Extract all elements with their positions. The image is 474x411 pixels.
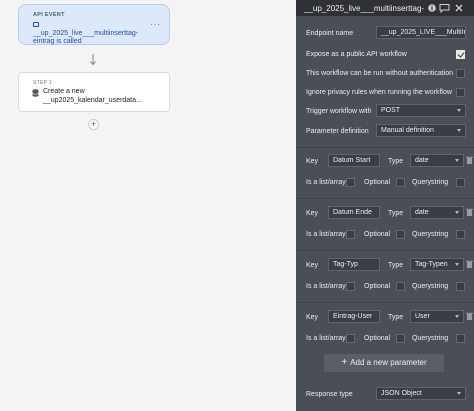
step-title: Create a new __up2025_kalendar_userdata.…	[43, 88, 142, 104]
more-options-icon[interactable]: ···	[150, 20, 161, 29]
trigger-value: POST	[381, 107, 401, 114]
trigger-select[interactable]: POST	[376, 104, 466, 117]
param-key-input[interactable]: Tag-Typ	[328, 258, 380, 271]
step-tag: STEP 1	[33, 80, 52, 86]
param-separator	[296, 250, 474, 251]
chevron-down-icon	[457, 109, 461, 112]
param-separator	[296, 302, 474, 303]
panel-header: __up_2025_live___multiinserttag-	[296, 0, 474, 16]
optional-label: Optional	[364, 335, 391, 342]
querystring-checkbox[interactable]	[456, 230, 465, 239]
param-separator	[296, 198, 474, 199]
key-label: Key	[306, 262, 319, 269]
param-type-value: User	[415, 313, 430, 320]
panel-title: __up_2025_live___multiinserttag-	[304, 4, 425, 13]
querystring-label: Querystring	[412, 179, 449, 186]
list-label: Is a list/array	[306, 179, 346, 186]
querystring-checkbox[interactable]	[456, 282, 465, 291]
plus-icon: +	[341, 357, 348, 368]
list-checkbox[interactable]	[346, 178, 355, 187]
list-checkbox[interactable]	[346, 230, 355, 239]
param-def-label: Parameter definition	[306, 128, 369, 135]
privacy-checkbox[interactable]	[456, 88, 465, 97]
trigger-label: Trigger workflow with	[306, 108, 372, 115]
response-type-select[interactable]: JSON Object	[376, 387, 466, 400]
api-event-card[interactable]: API EVENT __up_2025_live___multiinsertta…	[18, 4, 170, 45]
chevron-down-icon	[455, 159, 459, 162]
optional-checkbox[interactable]	[396, 334, 405, 343]
optional-checkbox[interactable]	[396, 230, 405, 239]
querystring-label: Querystring	[412, 231, 449, 238]
chevron-down-icon	[457, 129, 461, 132]
add-parameter-label: Add a new parameter	[350, 358, 427, 367]
event-title-text: __up_2025_live___multiinserttag-eintrag …	[33, 29, 139, 46]
optional-label: Optional	[364, 231, 391, 238]
trash-icon[interactable]	[466, 260, 473, 268]
type-label: Type	[388, 262, 404, 269]
type-label: Type	[388, 314, 404, 321]
database-icon	[32, 89, 39, 97]
optional-label: Optional	[364, 283, 391, 290]
param-def-select[interactable]: Manual definition	[376, 124, 466, 137]
querystring-label: Querystring	[412, 335, 449, 342]
info-icon[interactable]	[428, 4, 436, 12]
querystring-checkbox[interactable]	[456, 334, 465, 343]
param-type-value: date	[415, 209, 429, 216]
type-label: Type	[388, 210, 404, 217]
param-type-select[interactable]: date	[410, 206, 464, 219]
chevron-down-icon	[457, 392, 461, 395]
privacy-label: Ignore privacy rules when running the wo…	[306, 89, 452, 96]
trash-icon[interactable]	[466, 312, 473, 320]
key-label: Key	[306, 314, 319, 321]
list-checkbox[interactable]	[346, 282, 355, 291]
param-type-value: date	[415, 157, 429, 164]
header-icons	[428, 4, 463, 13]
querystring-label: Querystring	[412, 283, 449, 290]
response-type-label: Response type	[306, 391, 353, 398]
workflow-canvas[interactable]: API EVENT __up_2025_live___multiinsertta…	[0, 0, 296, 411]
optional-checkbox[interactable]	[396, 178, 405, 187]
trash-icon[interactable]	[466, 208, 473, 216]
key-label: Key	[306, 210, 319, 217]
chevron-down-icon	[455, 211, 459, 214]
property-panel: __up_2025_live___multiinserttag- Endpoin…	[296, 0, 474, 411]
add-step-button[interactable]: +	[88, 119, 99, 130]
param-type-select[interactable]: User	[410, 310, 464, 323]
no-auth-checkbox[interactable]	[456, 69, 465, 78]
param-key-input[interactable]: Eintrag-User	[328, 310, 380, 323]
list-checkbox[interactable]	[346, 334, 355, 343]
param-def-value: Manual definition	[381, 127, 434, 134]
add-parameter-button[interactable]: + Add a new parameter	[324, 354, 444, 372]
param-key-input[interactable]: Datum Ende	[328, 206, 380, 219]
type-label: Type	[388, 158, 404, 165]
event-tag: API EVENT	[33, 12, 65, 18]
step-card[interactable]: STEP 1 Create a new __up2025_kalendar_us…	[18, 72, 170, 112]
trash-icon[interactable]	[466, 156, 473, 164]
endpoint-name-input[interactable]: __up_2025_LIVE___MultiInser	[376, 26, 466, 39]
close-icon[interactable]	[455, 4, 463, 12]
list-label: Is a list/array	[306, 335, 346, 342]
param-type-value: Tag-Typen	[415, 261, 448, 268]
comment-icon[interactable]	[439, 4, 450, 13]
expose-label: Expose as a public API workflow	[306, 51, 407, 58]
chevron-down-icon	[455, 315, 459, 318]
querystring-checkbox[interactable]	[456, 178, 465, 187]
param-separator	[296, 147, 474, 148]
key-label: Key	[306, 158, 319, 165]
expose-checkbox[interactable]	[456, 50, 465, 59]
response-type-value: JSON Object	[381, 390, 422, 397]
param-key-input[interactable]: Datum Start	[328, 154, 380, 167]
api-icon	[33, 21, 39, 27]
chevron-down-icon	[455, 263, 459, 266]
arrow-down-icon	[90, 54, 96, 66]
no-auth-label: This workflow can be run without authent…	[306, 70, 454, 77]
list-label: Is a list/array	[306, 231, 346, 238]
optional-label: Optional	[364, 179, 391, 186]
param-type-select[interactable]: Tag-Typen	[410, 258, 464, 271]
event-title: __up_2025_live___multiinserttag-eintrag …	[33, 21, 145, 47]
param-type-select[interactable]: date	[410, 154, 464, 167]
optional-checkbox[interactable]	[396, 282, 405, 291]
endpoint-name-label: Endpoint name	[306, 30, 354, 37]
list-label: Is a list/array	[306, 283, 346, 290]
